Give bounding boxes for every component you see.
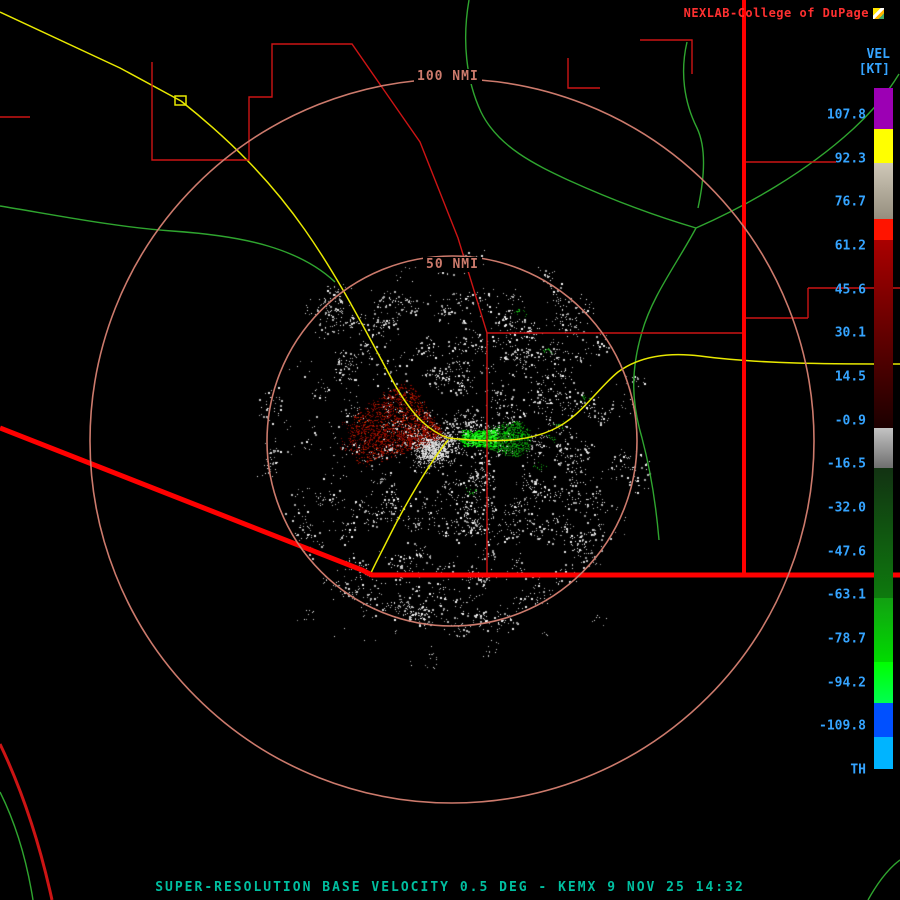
state-international-borders bbox=[0, 0, 900, 578]
range-rings bbox=[89, 78, 815, 804]
radar-display: NEXLAB-College of DuPage VEL [KT] 100 NM… bbox=[0, 0, 900, 900]
range-ring-label-50: 50 NMI bbox=[423, 257, 482, 272]
product-caption: SUPER-RESOLUTION BASE VELOCITY 0.5 DEG -… bbox=[155, 880, 745, 895]
colorbar-segment bbox=[874, 703, 893, 737]
colorbar-tick-label: -63.1 bbox=[826, 587, 866, 603]
highway-path bbox=[447, 353, 900, 442]
header-title: NEXLAB-College of DuPage bbox=[684, 6, 884, 20]
colorbar-segment bbox=[874, 240, 893, 428]
colorbar-tick-label: 30.1 bbox=[834, 325, 866, 341]
kt-unit-label: [KT] bbox=[858, 62, 890, 77]
vel-unit-label: VEL bbox=[866, 47, 890, 62]
colorbar-tick-label: 107.8 bbox=[826, 107, 866, 123]
county-path bbox=[567, 58, 600, 89]
county-path bbox=[151, 43, 745, 334]
county-path bbox=[0, 743, 54, 900]
colorbar-segment bbox=[874, 163, 893, 219]
colorbar-tick-label: -16.5 bbox=[826, 456, 866, 472]
colorbar-tick-label: 45.6 bbox=[834, 282, 866, 298]
colorbar-tick-label: 61.2 bbox=[834, 238, 866, 254]
highway-path bbox=[370, 439, 449, 574]
title-text: NEXLAB-College of DuPage bbox=[683, 6, 869, 20]
highway-lines bbox=[0, 11, 900, 574]
river-path bbox=[682, 41, 705, 209]
colorbar-tick-label: -109.8 bbox=[819, 718, 866, 734]
colorbar-tick-label: TH bbox=[850, 762, 866, 778]
colorbar-tick-label: -0.9 bbox=[834, 413, 866, 429]
colorbar-segment bbox=[874, 219, 893, 240]
colorbar-segment bbox=[874, 662, 893, 703]
range-ring-label-100: 100 NMI bbox=[414, 69, 482, 84]
highway-path bbox=[180, 100, 449, 439]
river-lines bbox=[0, 0, 900, 900]
colorbar-tick-label: -78.7 bbox=[826, 631, 866, 647]
river-path bbox=[465, 0, 697, 229]
river-path bbox=[633, 227, 697, 541]
colorbar-segment bbox=[874, 129, 893, 163]
colorbar-segment bbox=[874, 468, 893, 598]
map-overlay bbox=[0, 0, 900, 900]
range-ring-100nmi bbox=[89, 78, 815, 804]
colorbar-segment bbox=[874, 598, 893, 662]
velocity-colorbar bbox=[874, 88, 893, 769]
colorbar-segment bbox=[874, 428, 893, 468]
colorbar-tick-label: 14.5 bbox=[834, 369, 866, 385]
colorbar-tick-label: 92.3 bbox=[834, 151, 866, 167]
colorbar-tick-label: -94.2 bbox=[826, 675, 866, 691]
colorbar-tick-label: -47.6 bbox=[826, 544, 866, 560]
colorbar-tick-label: 76.7 bbox=[834, 194, 866, 210]
colorbar-segment bbox=[874, 88, 893, 129]
colorbar-segment bbox=[874, 737, 893, 769]
county-boundaries bbox=[0, 39, 900, 900]
colorbar-units: VEL [KT] bbox=[859, 47, 890, 77]
colorbar-tick-label: -32.0 bbox=[826, 500, 866, 516]
highway-path bbox=[0, 11, 182, 102]
cod-logo-icon bbox=[873, 7, 884, 19]
mexico-border-path bbox=[0, 425, 900, 578]
range-ring-50nmi bbox=[266, 255, 638, 627]
